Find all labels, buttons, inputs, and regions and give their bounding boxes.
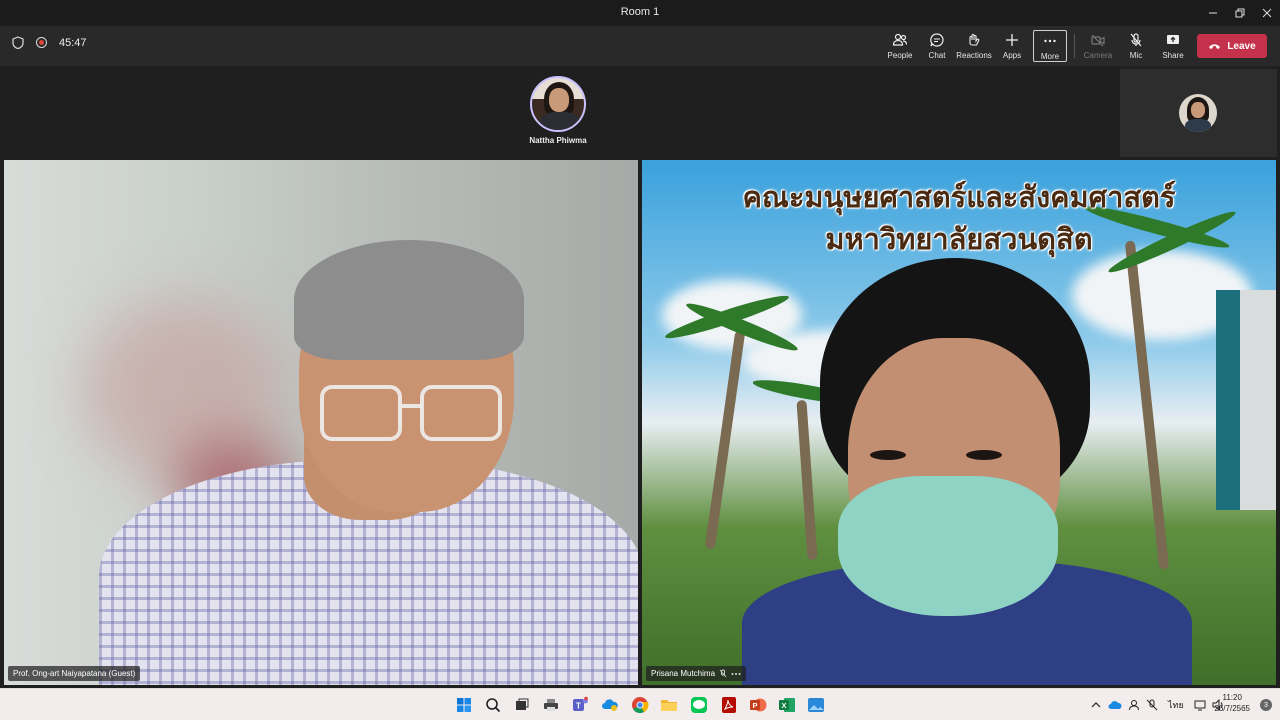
clock-date: 26/7/2565: [1214, 703, 1250, 713]
meeting-timer: 45:47: [59, 36, 87, 49]
photos-icon[interactable]: [806, 695, 826, 715]
reactions-icon: [969, 33, 980, 46]
participant-name: Prof. Ong-art Naiyapatana (Guest): [13, 669, 136, 678]
chat-label: Chat: [928, 51, 946, 60]
participant-tile-top[interactable]: Nattha Phiwma: [508, 76, 608, 145]
leave-button[interactable]: Leave: [1197, 34, 1267, 58]
window-title-bar: Room 1: [0, 0, 1280, 26]
participant-name: Nattha Phiwma: [529, 136, 587, 145]
printer-icon[interactable]: [541, 695, 561, 715]
powerpoint-icon[interactable]: P: [748, 695, 768, 715]
more-button[interactable]: More: [1033, 30, 1067, 62]
acrobat-icon[interactable]: [719, 695, 739, 715]
people-label: People: [887, 51, 913, 60]
avatar: [530, 76, 586, 132]
minimize-icon: [1209, 12, 1217, 14]
video-tile-left[interactable]: Prof. Ong-art Naiyapatana (Guest): [4, 160, 638, 685]
leave-label: Leave: [1227, 40, 1256, 52]
chevron-up-icon[interactable]: [1091, 700, 1101, 710]
background-building: [1216, 290, 1276, 510]
mic-button[interactable]: Mic: [1119, 30, 1153, 62]
more-options-icon[interactable]: [731, 672, 741, 676]
reactions-label: Reactions: [956, 51, 992, 60]
recording-icon: [36, 37, 47, 48]
clock-time: 11:20: [1222, 693, 1242, 702]
task-view-icon[interactable]: [512, 695, 532, 715]
share-label: Share: [1162, 51, 1184, 60]
more-horizontal-icon: [1044, 39, 1056, 43]
window-title: Room 1: [620, 6, 660, 18]
apps-label: Apps: [1002, 51, 1022, 60]
more-label: More: [1040, 52, 1060, 61]
svg-text:X: X: [781, 701, 786, 710]
file-explorer-icon[interactable]: [659, 695, 679, 715]
banner-line-2: มหาวิทยาลัยสวนดุสิต: [825, 222, 1093, 257]
video-name-tag: Prisana Mutchima: [646, 666, 747, 681]
apps-button[interactable]: Apps: [995, 30, 1029, 62]
camera-button[interactable]: Camera: [1081, 30, 1115, 62]
mic-label: Mic: [1129, 51, 1143, 60]
search-icon[interactable]: [483, 695, 503, 715]
plus-icon: [1006, 34, 1018, 46]
people-icon: [892, 33, 908, 46]
close-icon: [1262, 8, 1272, 18]
glasses: [320, 385, 402, 441]
share-screen-icon: [1167, 35, 1179, 44]
camera-off-icon: [1091, 34, 1105, 47]
os-taskbar: T P X ไทย 11:20 26/7/2565 3: [0, 688, 1280, 720]
people-tray-icon[interactable]: [1128, 699, 1140, 711]
reactions-button[interactable]: Reactions: [956, 30, 992, 62]
self-avatar: [1179, 94, 1217, 132]
shield-icon[interactable]: [12, 36, 24, 49]
restore-button[interactable]: [1225, 0, 1255, 26]
video-tile-right[interactable]: คณะมนุษยศาสตร์และสังคมศาสตร์ มหาวิทยาลัย…: [642, 160, 1276, 685]
line-icon[interactable]: [689, 695, 709, 715]
banner-line-1: คณะมนุษยศาสตร์และสังคมศาสตร์: [742, 180, 1176, 214]
chrome-icon[interactable]: [630, 695, 650, 715]
windows-start-icon[interactable]: [454, 695, 474, 715]
notification-badge[interactable]: 3: [1260, 699, 1272, 711]
chat-button[interactable]: Chat: [920, 30, 954, 62]
close-window-button[interactable]: [1252, 0, 1280, 26]
meeting-stage: Nattha Phiwma Prof. Ong-art Naiyapatana …: [0, 66, 1280, 688]
minimize-button[interactable]: [1198, 0, 1228, 26]
people-button[interactable]: People: [883, 30, 917, 62]
teams-icon[interactable]: T: [570, 695, 590, 715]
restore-icon: [1235, 8, 1245, 18]
hang-up-icon: [1209, 44, 1221, 49]
mic-muted-tray-icon[interactable]: [1146, 699, 1158, 711]
input-language[interactable]: ไทย: [1168, 698, 1184, 712]
participant-name: Prisana Mutchima: [651, 669, 716, 678]
mic-off-icon: [1130, 33, 1142, 47]
onedrive-icon[interactable]: [600, 695, 620, 715]
toolbar-divider: [1074, 34, 1075, 58]
system-tray: ไทย: [1091, 689, 1224, 720]
svg-text:T: T: [576, 702, 581, 711]
meeting-toolbar: 45:47 People Chat Reactions Apps More Ca…: [0, 26, 1280, 66]
taskbar-clock[interactable]: 11:20 26/7/2565: [1214, 693, 1250, 715]
chat-icon: [930, 33, 944, 47]
svg-text:P: P: [752, 701, 757, 710]
face-mask: [838, 476, 1058, 616]
mic-off-icon: [719, 669, 727, 678]
network-icon[interactable]: [1194, 699, 1208, 711]
virtual-background-banner: คณะมนุษยศาสตร์และสังคมศาสตร์ มหาวิทยาลัย…: [642, 176, 1276, 260]
excel-icon[interactable]: X: [777, 695, 797, 715]
onedrive-tray-icon[interactable]: [1108, 699, 1122, 711]
video-name-tag: Prof. Ong-art Naiyapatana (Guest): [8, 666, 141, 681]
camera-label: Camera: [1083, 51, 1113, 60]
share-button[interactable]: Share: [1156, 30, 1190, 62]
self-view-tile[interactable]: [1120, 69, 1277, 157]
